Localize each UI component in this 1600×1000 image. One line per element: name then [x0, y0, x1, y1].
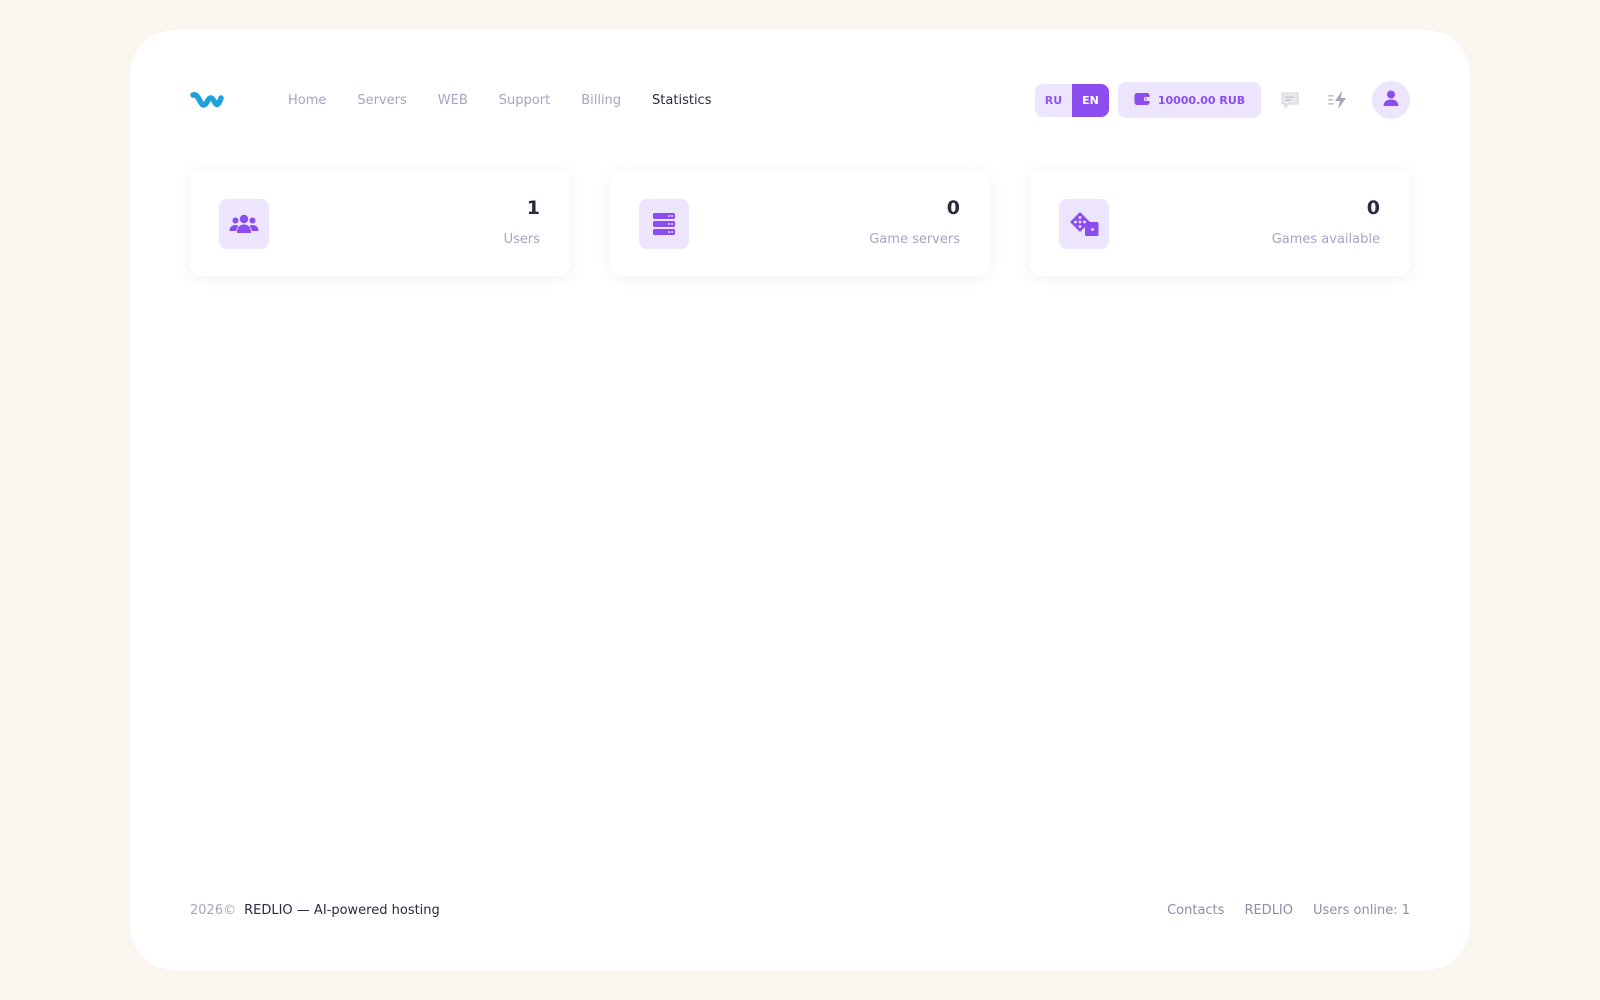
- stat-value: 0: [946, 197, 960, 219]
- stat-label: Games available: [1271, 232, 1380, 247]
- nav-item-support[interactable]: Support: [499, 93, 550, 108]
- header-actions: RU EN 10000.00 RUB: [1035, 81, 1410, 119]
- nav-item-home[interactable]: Home: [288, 93, 326, 108]
- footer-links: Contacts REDLIO Users online: 1: [1147, 903, 1410, 918]
- dice-icon: [1059, 199, 1109, 249]
- top-navigation: Home Servers WEB Support Billing Statist…: [190, 81, 1410, 119]
- lang-en-button[interactable]: EN: [1072, 83, 1109, 117]
- stat-label: Users: [503, 232, 540, 247]
- nav-item-statistics[interactable]: Statistics: [652, 93, 711, 108]
- footer-link-redlio[interactable]: REDLIO: [1244, 903, 1293, 918]
- main-card: Home Servers WEB Support Billing Statist…: [130, 30, 1470, 970]
- users-online: Users online: 1: [1313, 902, 1410, 918]
- stat-value: 0: [1366, 197, 1380, 219]
- user-icon: [1382, 89, 1400, 111]
- balance-amount: 10000.00 RUB: [1157, 93, 1246, 107]
- users-icon: [219, 199, 269, 249]
- bolt-icon[interactable]: [1326, 88, 1350, 112]
- lang-ru-button[interactable]: RU: [1035, 83, 1072, 117]
- footer-link-contacts[interactable]: Contacts: [1167, 903, 1224, 918]
- nav-item-servers[interactable]: Servers: [357, 93, 406, 108]
- stat-card-game-servers: 0 Game servers: [610, 170, 990, 276]
- footer: 2026© REDLIO — AI-powered hosting Contac…: [190, 900, 1410, 920]
- footer-year: 2026©: [190, 902, 237, 918]
- language-switcher: RU EN: [1035, 83, 1109, 117]
- server-icon: [639, 199, 689, 249]
- stat-label: Game servers: [869, 232, 960, 247]
- user-avatar[interactable]: [1372, 81, 1410, 119]
- stat-card-games-available: 0 Games available: [1030, 170, 1410, 276]
- main-nav: Home Servers WEB Support Billing Statist…: [254, 93, 711, 108]
- nav-item-billing[interactable]: Billing: [581, 93, 621, 108]
- logo-icon[interactable]: [190, 88, 224, 112]
- stat-value: 1: [526, 197, 540, 219]
- footer-copyright: REDLIO — AI-powered hosting: [244, 902, 440, 918]
- balance-button[interactable]: 10000.00 RUB: [1118, 82, 1261, 118]
- wallet-icon: [1134, 92, 1158, 109]
- stats-row: 1 Users 0 Game servers 0 Games available: [190, 170, 1410, 276]
- stat-card-users: 1 Users: [190, 170, 570, 276]
- chat-icon[interactable]: [1278, 88, 1302, 112]
- nav-item-web[interactable]: WEB: [438, 93, 468, 108]
